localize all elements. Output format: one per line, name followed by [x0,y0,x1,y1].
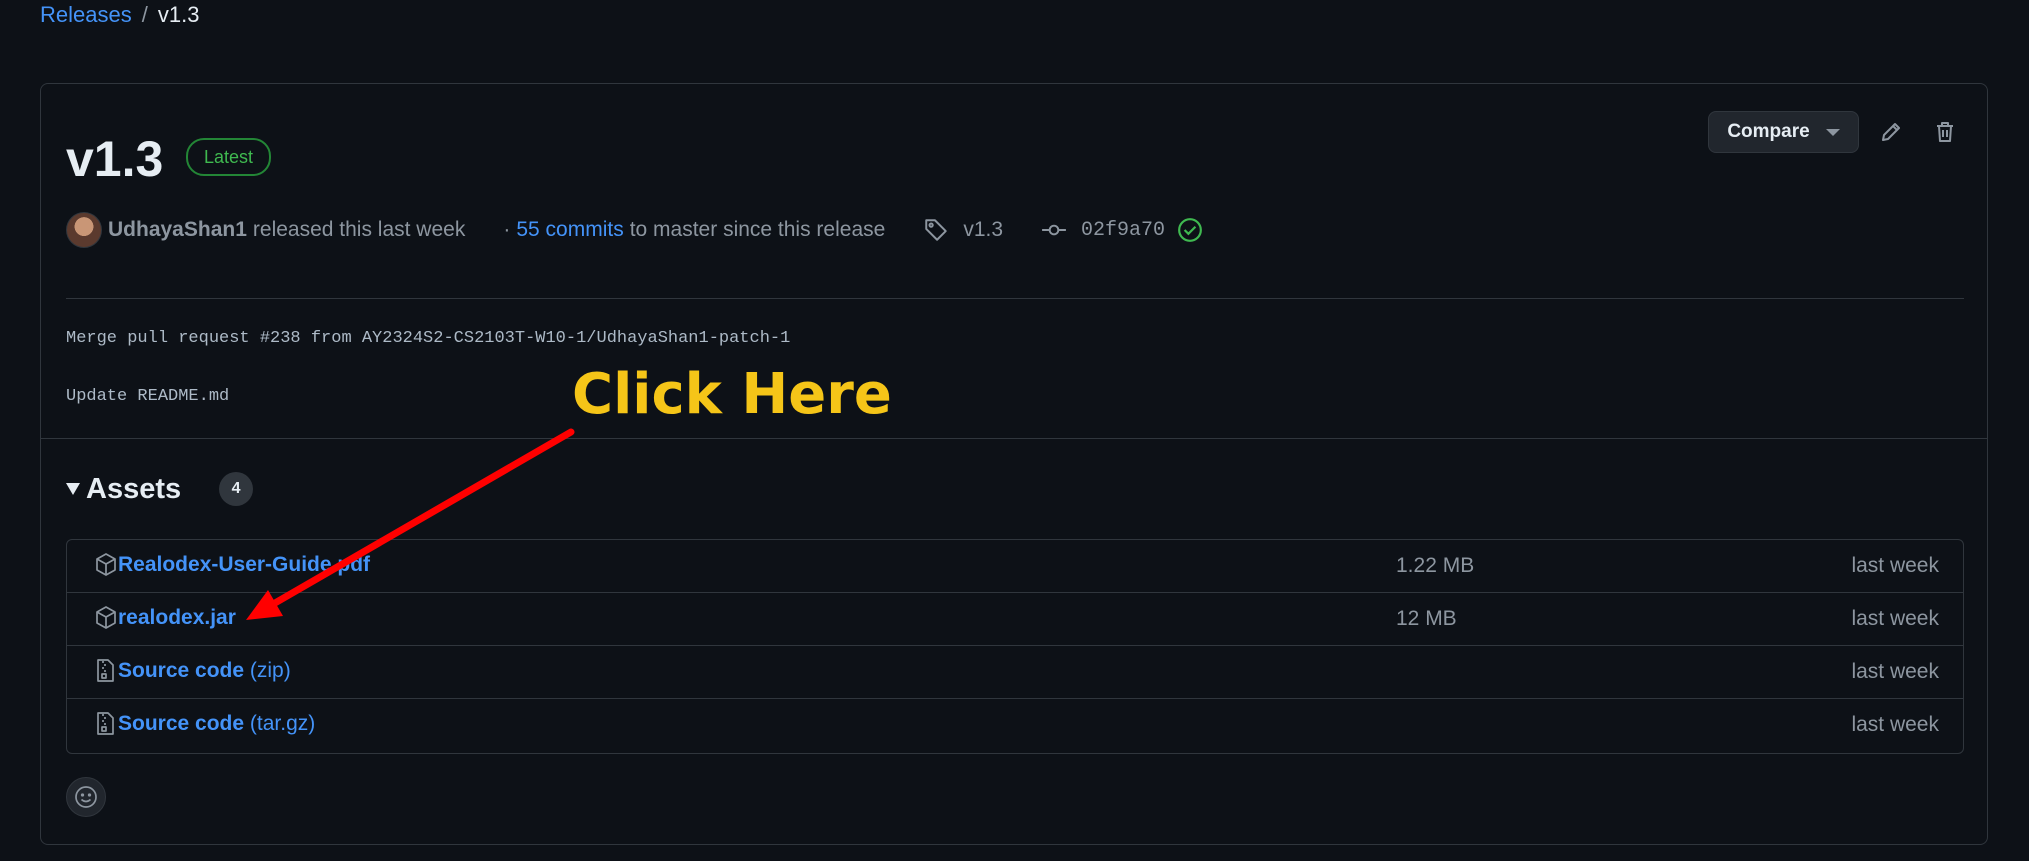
breadcrumb: Releases / v1.3 [40,0,199,30]
add-reaction-button[interactable] [66,777,106,817]
asset-time: last week [1851,554,1939,577]
asset-row: Source code (tar.gz) last week [67,699,1963,752]
edit-release-button[interactable] [1873,114,1909,150]
asset-link[interactable]: realodex.jar [118,606,236,630]
check-circle-icon[interactable] [1177,217,1203,243]
triangle-down-icon [66,483,80,495]
asset-row: Source code (zip) last week [67,646,1963,699]
file-zip-icon [97,659,114,682]
release-page: Releases / v1.3 v1.3 Latest Compare Udha… [0,0,2029,861]
asset-format: (zip) [249,659,291,682]
chevron-down-icon [1825,128,1840,136]
asset-name: Source code [118,712,245,735]
package-icon [96,553,116,576]
asset-name: Realodex-User-Guide.pdf [118,553,371,576]
author-link[interactable]: UdhayaShan1 [108,218,247,242]
asset-size: 1.22 MB [1396,554,1475,577]
asset-format: (tar.gz) [249,712,316,735]
avatar[interactable] [66,212,102,248]
asset-time: last week [1851,660,1939,683]
trash-icon [1937,122,1953,142]
release-notes-line: Merge pull request #238 from AY2324S2-CS… [66,329,791,348]
asset-name: Source code [118,659,245,682]
tag-link[interactable]: v1.3 [963,218,1003,242]
compare-button-label: Compare [1727,121,1810,142]
click-here-annotation: Click Here [572,362,892,427]
asset-name: realodex.jar [118,606,236,629]
commits-suffix: to master since this release [629,218,886,241]
commit-sha-link[interactable]: 02f9a70 [1081,219,1165,242]
pencil-icon [1882,123,1900,141]
assets-list: Realodex-User-Guide.pdf 1.22 MB last wee… [66,539,1964,754]
package-icon [96,606,116,629]
asset-row: Realodex-User-Guide.pdf 1.22 MB last wee… [67,540,1963,593]
release-title: v1.3 [66,131,164,187]
file-zip-icon [97,712,114,735]
assets-toggle[interactable]: Assets 4 [66,472,254,506]
divider [41,438,1987,439]
commits-dot: · [503,218,511,241]
assets-title: Assets [86,472,182,505]
breadcrumb-releases-link[interactable]: Releases [40,0,132,30]
release-card: v1.3 Latest Compare UdhayaShan1 released… [40,83,1988,845]
smiley-icon [75,786,97,808]
release-notes-line: Update README.md [66,387,230,406]
asset-link[interactable]: Realodex-User-Guide.pdf [118,553,370,577]
asset-time: last week [1851,713,1939,736]
breadcrumb-separator: / [141,2,148,27]
asset-link[interactable]: Source code (tar.gz) [118,712,315,736]
delete-release-button[interactable] [1927,114,1963,150]
asset-row: realodex.jar 12 MB last week [67,593,1963,646]
commits-link[interactable]: 55 commits [516,218,623,242]
released-text: released this last week [252,218,466,241]
git-commit-icon [1042,224,1066,236]
breadcrumb-current: v1.3 [157,2,200,27]
latest-badge: Latest [186,138,272,176]
asset-time: last week [1851,607,1939,630]
asset-link[interactable]: Source code (zip) [118,659,291,683]
release-meta: UdhayaShan1 released this last week · 55… [66,212,1203,248]
tag-icon [925,219,948,241]
assets-count-badge: 4 [219,472,254,506]
compare-button[interactable]: Compare [1708,111,1859,153]
divider [66,298,1964,299]
asset-size: 12 MB [1396,607,1457,630]
